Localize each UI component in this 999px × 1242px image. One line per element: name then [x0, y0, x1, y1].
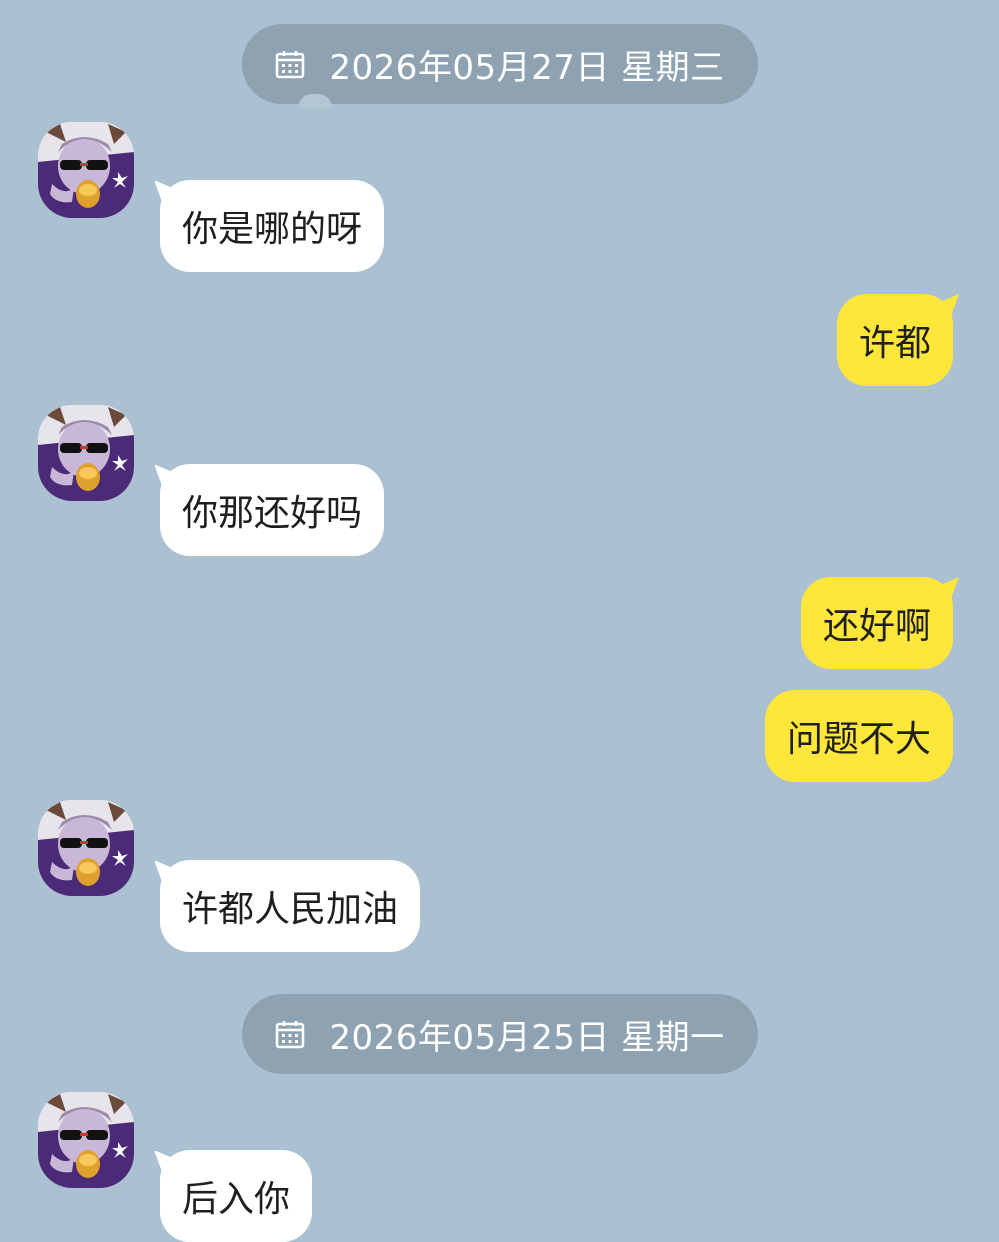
date-divider-label: 2026年05月27日 星期三 — [329, 47, 725, 88]
message-text: 许都人民加油 — [182, 889, 399, 930]
message-text: 你那还好吗 — [182, 493, 363, 534]
date-divider-label: 2026年05月25日 星期一 — [329, 1017, 725, 1058]
message-text: 后入你 — [182, 1179, 291, 1220]
calendar-icon — [275, 1019, 305, 1049]
incoming-message[interactable]: 后入你 — [160, 1150, 313, 1242]
outgoing-message[interactable]: 问题不大 — [764, 690, 953, 782]
incoming-message[interactable]: 你那还好吗 — [160, 464, 385, 556]
message-text: 还好啊 — [822, 606, 931, 647]
avatar[interactable] — [38, 405, 134, 501]
message-text: 问题不大 — [786, 719, 931, 760]
outgoing-message[interactable]: 还好啊 — [800, 577, 953, 669]
avatar[interactable] — [38, 1092, 134, 1188]
date-divider: 2026年05月25日 星期一 — [242, 994, 758, 1074]
avatar[interactable] — [38, 122, 134, 218]
chat-view[interactable]: 2026年05月27日 星期三 你是哪的呀 许都 你那还好吗 还好啊 问题不大 … — [0, 0, 999, 1242]
message-text: 你是哪的呀 — [182, 209, 363, 250]
incoming-message[interactable]: 你是哪的呀 — [160, 180, 385, 272]
avatar[interactable] — [38, 800, 134, 896]
incoming-message[interactable]: 许都人民加油 — [160, 860, 421, 952]
date-divider: 2026年05月27日 星期三 — [242, 24, 758, 104]
message-text: 许都 — [858, 323, 931, 364]
calendar-icon — [275, 49, 305, 79]
outgoing-message[interactable]: 许都 — [836, 294, 953, 386]
